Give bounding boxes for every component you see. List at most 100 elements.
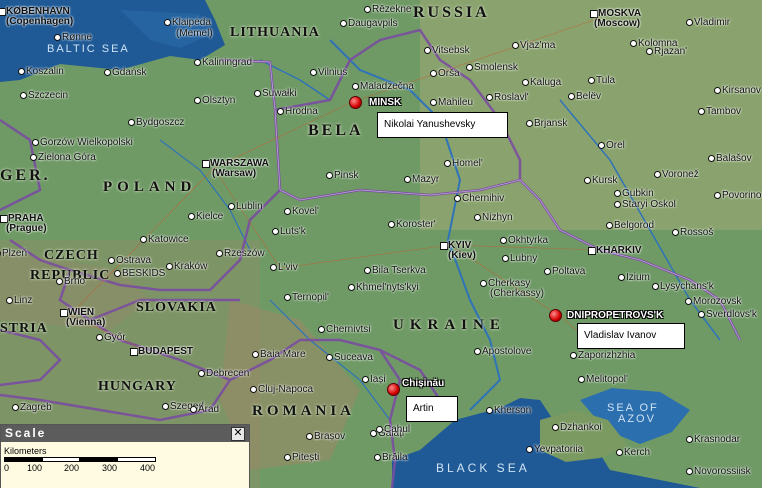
city-label: Rossoš <box>680 227 714 238</box>
city-marker <box>568 93 575 100</box>
city-marker <box>526 446 533 453</box>
city-label: Kaluga <box>530 77 562 88</box>
city-marker <box>128 119 135 126</box>
city-marker <box>404 176 411 183</box>
city-label: Cluj-Napoca <box>258 384 314 395</box>
city-marker <box>6 297 13 304</box>
map-canvas[interactable]: RUSSIA LITHUANIA BELA POLAND GER. CZECH … <box>0 0 762 488</box>
city-marker <box>480 280 487 287</box>
city-label: Kerch <box>624 447 651 458</box>
city-marker <box>654 171 661 178</box>
scale-tick: 0 <box>4 463 10 473</box>
city-label: Gubkin <box>622 188 654 199</box>
city-marker <box>306 433 313 440</box>
city-label: Arad <box>198 404 220 415</box>
city-label: Linz <box>14 295 33 306</box>
callout-nikolai-yanushevsky[interactable]: Nikolai Yanushevsky <box>377 112 508 138</box>
pin-marker-chisinau[interactable] <box>387 383 400 396</box>
city-marker <box>166 263 173 270</box>
city-label: Koszalin <box>26 66 64 77</box>
city-marker <box>630 40 637 47</box>
city-marker <box>277 108 284 115</box>
city-marker <box>552 424 559 431</box>
scale-segment <box>79 457 119 462</box>
city-label: Ternopil' <box>292 292 329 303</box>
city-label: Balašov <box>716 153 752 164</box>
city-label: Rjazan' <box>654 46 688 57</box>
city-label: (Copenhagen) <box>6 16 74 27</box>
city-label: Roslavl' <box>494 92 529 103</box>
city-label: Klaipėda <box>172 17 211 28</box>
city-label: Yevpatoriia <box>534 444 584 455</box>
city-label: (Memel) <box>176 28 213 39</box>
city-label: Hrodna <box>285 106 318 117</box>
city-label: Plzeň <box>2 248 28 259</box>
city-marker <box>364 267 371 274</box>
city-label: Lysychans'k <box>660 281 714 292</box>
city-marker <box>348 284 355 291</box>
city-marker <box>686 468 693 475</box>
city-marker <box>486 407 493 414</box>
city-marker <box>444 160 451 167</box>
city-label: (Moscow) <box>594 18 641 29</box>
city-label: Krasnodar <box>694 434 741 445</box>
pin-marker-minsk[interactable] <box>349 96 362 109</box>
city-label: Kielce <box>196 211 224 222</box>
city-marker <box>708 155 715 162</box>
city-marker <box>0 215 8 223</box>
city-marker <box>250 386 257 393</box>
city-marker <box>114 270 121 277</box>
city-label: Belgorod <box>614 220 655 231</box>
city-marker <box>466 64 473 71</box>
city-marker <box>254 90 261 97</box>
city-marker <box>96 334 103 341</box>
city-marker <box>194 59 201 66</box>
city-label: Vitsebsk <box>432 45 470 56</box>
city-marker <box>56 278 63 285</box>
city-label: Kraków <box>174 261 208 272</box>
callout-vladislav-ivanov[interactable]: Vladislav Ivanov <box>577 323 685 349</box>
scale-tick: 100 <box>27 463 43 473</box>
city-marker <box>616 449 623 456</box>
city-marker <box>376 426 383 433</box>
city-label: Győr <box>104 332 126 343</box>
scale-segment <box>4 457 44 462</box>
city-marker <box>194 97 201 104</box>
city-label: Okhtyrka <box>508 235 549 246</box>
pin-marker-dnipropetrovsk[interactable] <box>549 309 562 322</box>
city-marker <box>318 326 325 333</box>
city-marker <box>584 177 591 184</box>
city-label: (Vienna) <box>66 317 106 328</box>
country-label-russia: RUSSIA <box>413 4 490 21</box>
city-marker <box>54 34 61 41</box>
country-label-austria: STRIA <box>0 321 48 336</box>
city-label: Kursk <box>592 175 618 186</box>
city-marker <box>588 247 596 255</box>
country-label-romania: ROMANIA <box>252 403 355 419</box>
city-marker <box>618 274 625 281</box>
city-label: Homel' <box>452 158 483 169</box>
city-label: Debrecen <box>206 368 250 379</box>
callout-artin[interactable]: Artin <box>406 396 458 422</box>
city-marker <box>164 19 171 26</box>
country-label-czech: CZECH <box>44 248 99 263</box>
city-marker <box>326 172 333 179</box>
city-label: Baia Mare <box>260 349 306 360</box>
country-label-slovakia: SLOVAKIA <box>136 300 217 315</box>
city-marker <box>614 201 621 208</box>
city-marker <box>362 376 369 383</box>
city-marker <box>424 47 431 54</box>
city-label: Mahileu <box>438 97 474 108</box>
city-label: Brno <box>64 276 86 287</box>
close-icon[interactable]: ✕ <box>231 427 245 441</box>
city-label: Iași <box>370 374 386 385</box>
city-label: Vjaz'ma <box>520 40 556 51</box>
city-marker <box>454 195 461 202</box>
city-label: Khmel'nyts'kyi <box>356 282 419 293</box>
city-marker <box>522 79 529 86</box>
city-label: (Prague) <box>6 223 47 234</box>
country-label-hungary: HUNGARY <box>98 379 177 394</box>
country-label-belarus: BELA <box>308 122 364 139</box>
city-marker <box>686 19 693 26</box>
city-label: (Warsaw) <box>212 168 257 179</box>
